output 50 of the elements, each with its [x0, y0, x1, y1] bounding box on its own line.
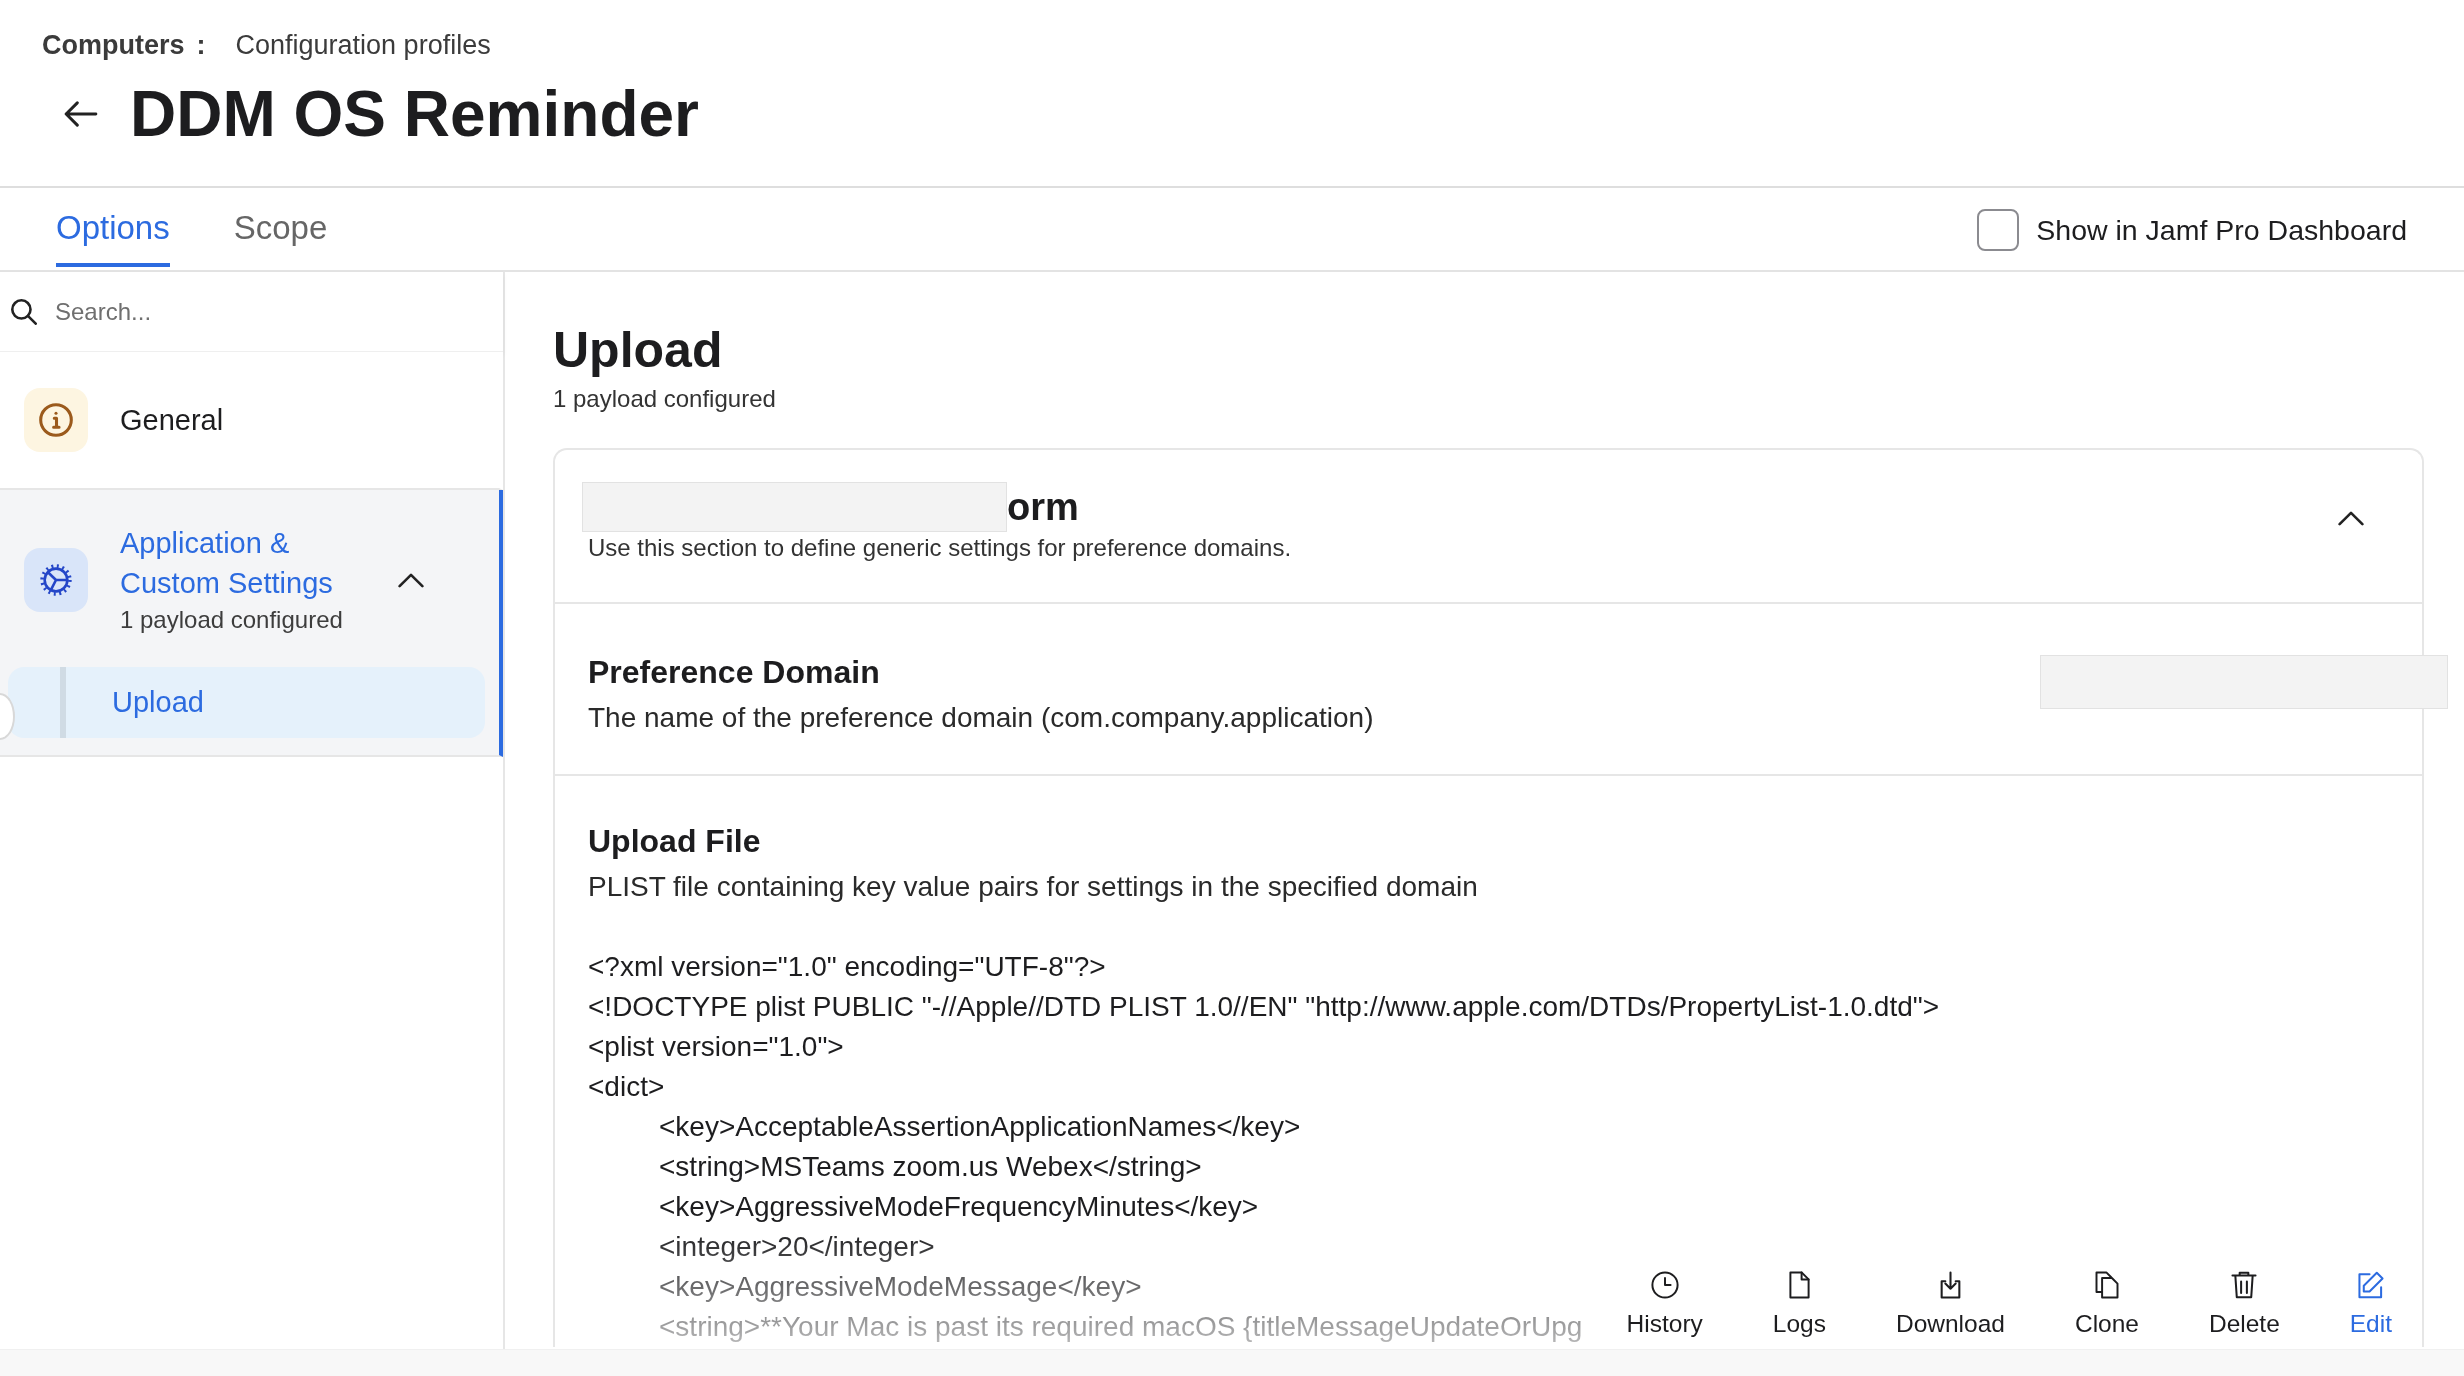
code-line: <integer>20</integer> [659, 1230, 935, 1264]
download-icon [1939, 1271, 1961, 1299]
checkbox-label: Show in Jamf Pro Dashboard [2036, 212, 2407, 248]
code-line: <key>AggressiveModeFrequencyMinutes</key> [659, 1190, 1259, 1224]
payload-count: 1 payload configured [120, 605, 343, 635]
code-line: <!DOCTYPE plist PUBLIC "-//Apple//DTD PLIST 1.0//EN" "http://www.apple.com/DTDs/PropertyList-1.0.dtd"> [588, 990, 1940, 1024]
sidebar-item-label: General [120, 403, 224, 438]
field-label: Upload File [588, 822, 761, 861]
card-description: Use this section to define generic settings for preference domains. [587, 533, 1292, 563]
tab[interactable]: Scope [233, 188, 328, 267]
code-line: <?xml version="1.0" encoding="UTF-8"?> [588, 950, 1106, 984]
code-line: <string>**Your Mac is past its required macOS {titleMessageUpdateOrUpg [659, 1310, 1583, 1344]
search-icon [11, 298, 37, 325]
sidebar-item-label: Application & Custom Settings [120, 526, 334, 601]
field-description: The name of the preference domain (com.company.application) [588, 701, 1374, 735]
sidebar-item[interactable]: Application & Custom Settings 1 payload configured Upload [0, 490, 503, 757]
toolbar-button[interactable]: Edit [2349, 1271, 2392, 1339]
toolbar-button[interactable]: Download [1895, 1271, 2005, 1339]
code-line: <string>MSTeams zoom.us Webex</string> [659, 1150, 1202, 1184]
info-icon [24, 388, 88, 452]
toolbar-button[interactable]: History [1626, 1271, 1703, 1339]
breadcrumb-current: Configuration profiles [235, 29, 491, 62]
payload-count: 1 payload configured [553, 384, 776, 414]
breadcrumb-separator: : [196, 29, 206, 62]
chevron-up-icon[interactable] [398, 572, 424, 588]
sidebar-subitem[interactable]: Upload [8, 667, 485, 738]
trash-icon [2231, 1271, 2258, 1299]
copy-icon [2094, 1271, 2119, 1299]
page-title: DDM OS Reminder [130, 77, 699, 152]
code-line: <key>AggressiveModeMessage</key> [659, 1270, 1142, 1304]
clock-icon [1650, 1271, 1679, 1299]
search-field[interactable]: Search... [55, 291, 487, 332]
breadcrumb-link[interactable]: Computers [42, 26, 185, 64]
field-label: Preference Domain [588, 653, 880, 692]
chevron-up-icon[interactable] [2338, 511, 2364, 526]
code-line: <dict> [588, 1070, 665, 1104]
checkbox[interactable] [1977, 208, 2020, 251]
code-line: <plist version="1.0"> [588, 1030, 844, 1064]
pencil-icon [2357, 1271, 2384, 1299]
tab[interactable]: Options [56, 188, 170, 267]
toolbar-button[interactable]: Clone [2074, 1271, 2139, 1339]
back-arrow-icon[interactable] [64, 101, 98, 127]
toolbar-button[interactable]: Logs [1772, 1271, 1826, 1339]
toolbar-button[interactable]: Delete [2208, 1271, 2280, 1339]
document-icon [1788, 1271, 1810, 1299]
field-description: PLIST file containing key value pairs for settings in the specified domain [588, 870, 1478, 904]
code-line: <key>AcceptableAssertionApplicationNames</key> [659, 1110, 1301, 1144]
card-title: orm [1007, 485, 1079, 530]
gear-icon [24, 548, 88, 612]
section-title: Upload [553, 321, 723, 380]
